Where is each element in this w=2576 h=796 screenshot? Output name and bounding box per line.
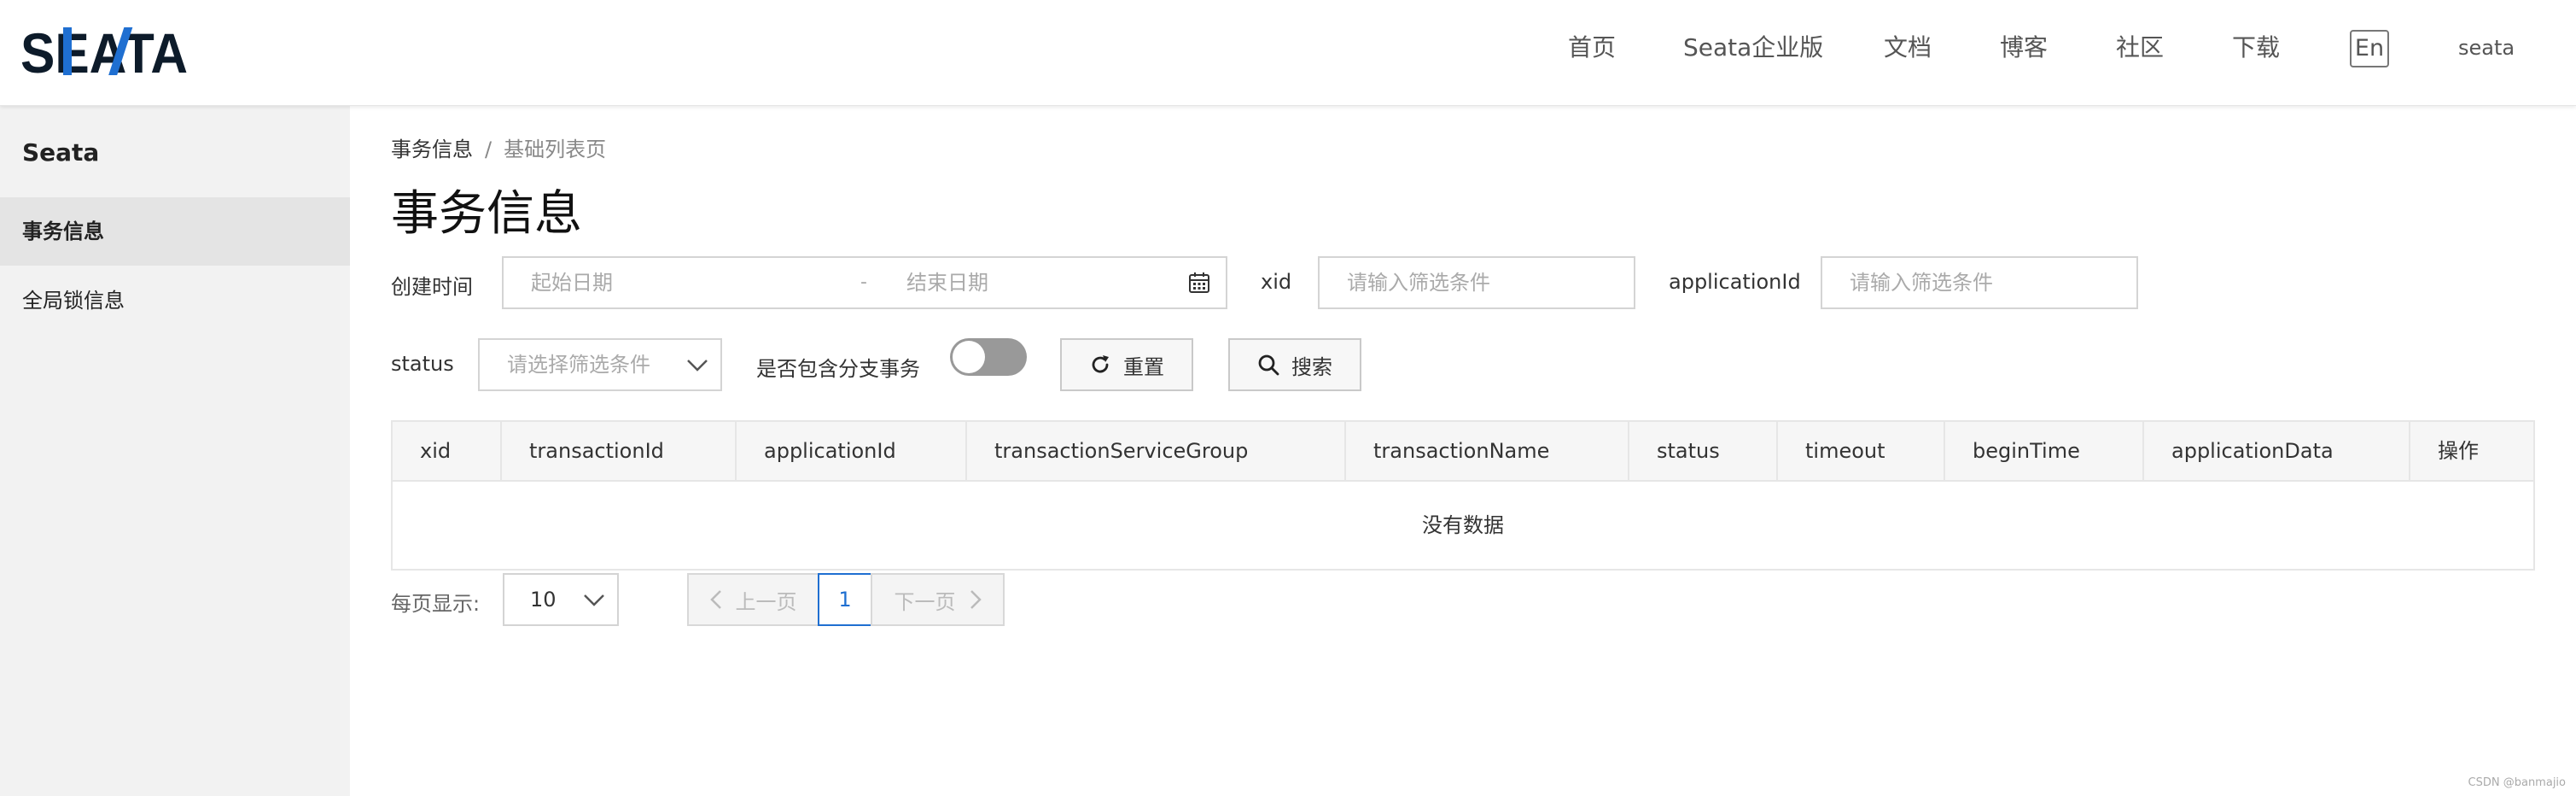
breadcrumb: 事务信息 / 基础列表页 (391, 132, 606, 162)
page-size-value: 10 (530, 588, 557, 612)
status-label: status (391, 352, 454, 376)
table-empty-text: 没有数据 (1422, 513, 1504, 537)
nav-download[interactable]: 下载 (2232, 32, 2280, 63)
nav-enterprise[interactable]: Seata企业版 (1683, 32, 1823, 63)
application-id-input[interactable]: 请输入筛选条件 (1821, 256, 2138, 309)
column-header: timeout (1778, 422, 1945, 480)
search-button[interactable]: 搜索 (1228, 338, 1361, 391)
calendar-icon[interactable] (1188, 272, 1210, 294)
next-page-button[interactable]: 下一页 (871, 573, 1005, 626)
include-branch-label: 是否包含分支事务 (756, 357, 920, 381)
status-select-placeholder: 请选择筛选条件 (507, 353, 650, 377)
nav-community[interactable]: 社区 (2116, 32, 2164, 63)
refresh-icon (1092, 355, 1109, 373)
transactions-table: xid transactionId applicationId transact… (391, 420, 2535, 571)
user-name[interactable]: seata (2458, 36, 2515, 60)
start-date-input[interactable]: 起始日期 (531, 258, 613, 307)
range-separator: - (860, 272, 867, 293)
include-branch-switch[interactable] (950, 338, 1027, 376)
nav-home[interactable]: 首页 (1568, 32, 1616, 63)
breadcrumb-separator: / (485, 138, 492, 161)
chevron-right-icon (970, 590, 982, 609)
xid-input[interactable]: 请输入筛选条件 (1318, 256, 1635, 309)
reset-button-label: 重置 (1123, 354, 1164, 379)
page-number-current[interactable]: 1 (818, 573, 872, 626)
column-header: xid (393, 422, 502, 480)
status-select[interactable]: 请选择筛选条件 (478, 338, 722, 391)
column-header: beginTime (1945, 422, 2144, 480)
end-date-input[interactable]: 结束日期 (906, 258, 988, 307)
next-page-label: 下一页 (894, 589, 956, 614)
nav-docs[interactable]: 文档 (1884, 32, 1932, 63)
sidebar: Seata 事务信息 全局锁信息 (0, 106, 350, 796)
watermark: CSDN @banmajio (2468, 776, 2566, 789)
chevron-left-icon (709, 590, 721, 609)
xid-label: xid (1261, 270, 1292, 294)
sidebar-title: Seata (22, 138, 100, 167)
page-size-label: 每页显示: (391, 592, 481, 616)
column-header: 操作 (2438, 439, 2479, 463)
column-header: transactionServiceGroup (967, 422, 1346, 480)
search-button-label: 搜索 (1291, 354, 1332, 379)
switch-knob (953, 341, 985, 373)
page-title: 事务信息 (391, 186, 582, 242)
date-range-picker[interactable]: 起始日期 - 结束日期 (502, 256, 1227, 309)
breadcrumb-home[interactable]: 事务信息 (391, 138, 473, 161)
column-header: applicationData (2144, 422, 2410, 480)
prev-page-button[interactable]: 上一页 (687, 573, 819, 626)
sidebar-item-global-locks[interactable]: 全局锁信息 (0, 266, 350, 335)
seata-logo[interactable]: SEATA (20, 26, 191, 77)
breadcrumb-current: 基础列表页 (504, 138, 607, 161)
page-size-select[interactable]: 10 (503, 573, 619, 626)
language-toggle-button[interactable]: En (2350, 30, 2389, 67)
sidebar-item-transactions[interactable]: 事务信息 (0, 197, 350, 266)
column-header: transactionId (502, 422, 737, 480)
column-header: applicationId (737, 422, 967, 480)
logo-text: SEATA (20, 26, 188, 77)
column-header: transactionName (1346, 422, 1629, 480)
prev-page-label: 上一页 (735, 589, 797, 614)
chevron-down-icon (687, 360, 708, 372)
search-icon (1258, 354, 1279, 376)
reset-button[interactable]: 重置 (1060, 338, 1193, 391)
top-header: SEATA 首页 Seata企业版 文档 博客 社区 下载 En seata (0, 0, 2576, 106)
column-header: status (1629, 422, 1778, 480)
create-time-label: 创建时间 (391, 275, 473, 299)
table-header: xid transactionId applicationId transact… (393, 422, 2533, 482)
nav-blog[interactable]: 博客 (2000, 32, 2048, 63)
application-id-label: applicationId (1669, 270, 1801, 294)
chevron-down-icon (584, 594, 604, 606)
